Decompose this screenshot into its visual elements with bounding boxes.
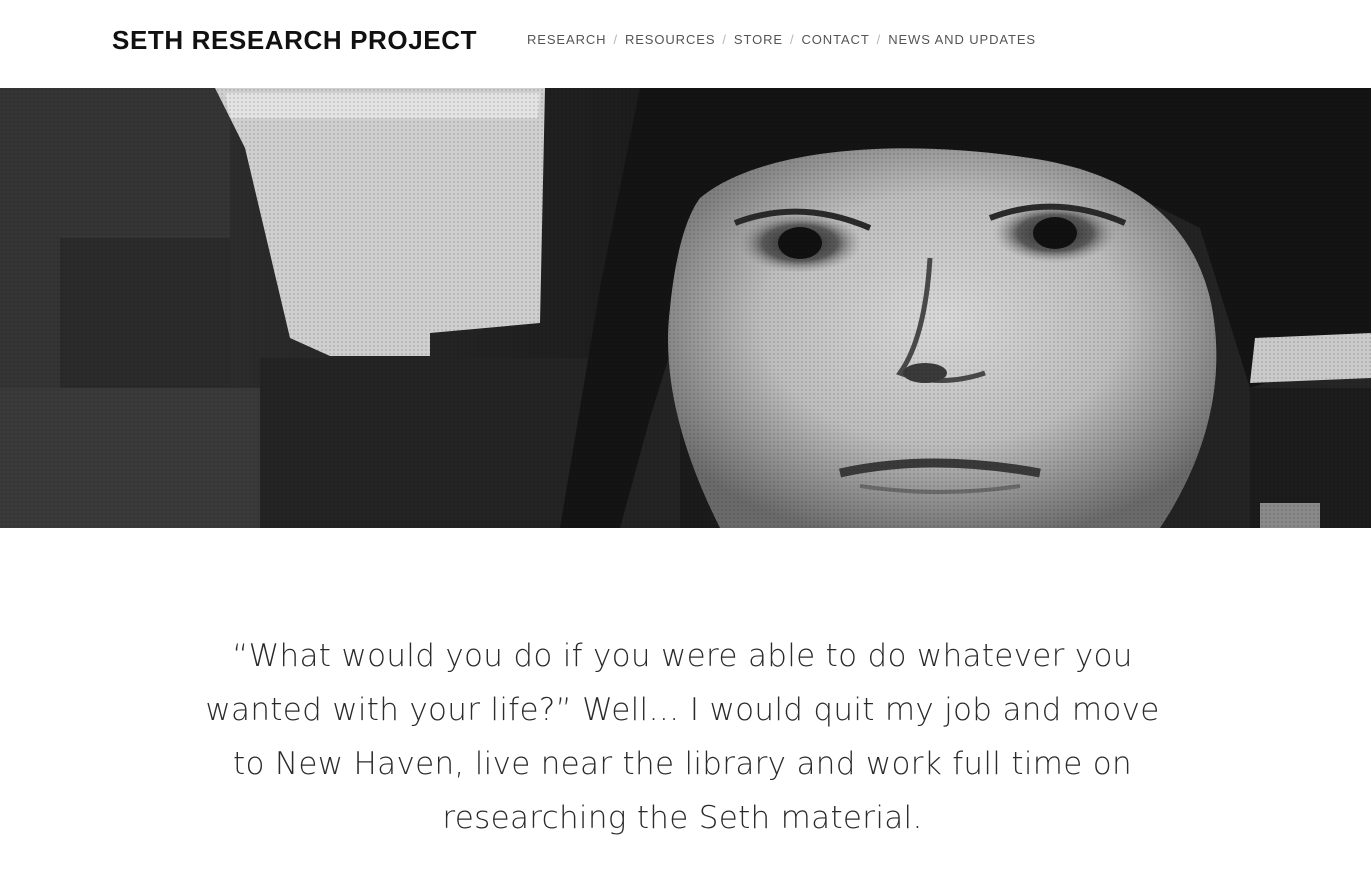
nav-store-link[interactable]: STORE xyxy=(734,31,783,49)
nav-news-link[interactable]: NEWS AND UPDATES xyxy=(888,31,1036,49)
nav-separator: / xyxy=(613,32,618,47)
nav-separator: / xyxy=(876,32,882,47)
quote-section: “What would you do if you were able to d… xyxy=(0,528,1371,878)
nav-resources-link[interactable]: RESOURCES xyxy=(625,31,715,49)
hero-portrait-image xyxy=(0,88,1371,528)
nav-separator: / xyxy=(789,32,795,47)
nav-research-link[interactable]: RESEARCH xyxy=(527,31,606,49)
intro-quote: “What would you do if you were able to d… xyxy=(205,638,1160,836)
nav-contact-link[interactable]: CONTACT xyxy=(802,31,870,49)
hero-banner xyxy=(0,88,1371,528)
main-nav: RESEARCH / RESOURCES / STORE / CONTACT /… xyxy=(527,31,1036,49)
site-title-link[interactable]: SETH RESEARCH PROJECT xyxy=(112,22,477,58)
site-header: SETH RESEARCH PROJECT RESEARCH / RESOURC… xyxy=(0,0,1371,88)
nav-separator: / xyxy=(722,32,727,47)
